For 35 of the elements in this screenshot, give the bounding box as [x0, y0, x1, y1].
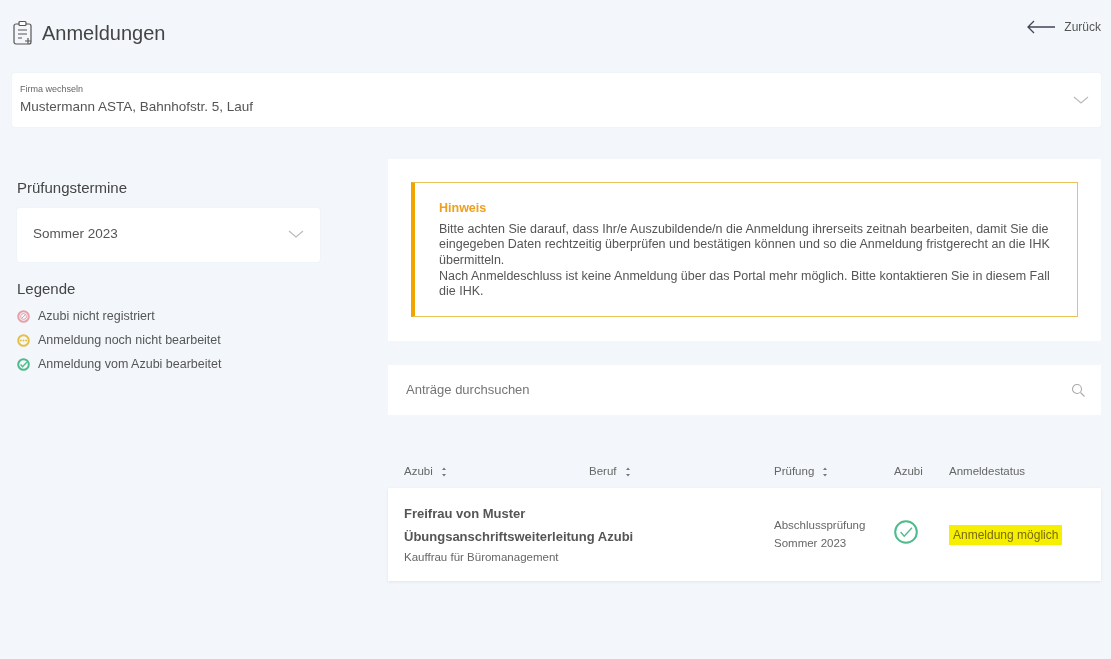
column-header: Azubi [894, 463, 924, 479]
sort-icon [822, 466, 829, 477]
legend-label: Azubi nicht registriert [38, 307, 155, 325]
column-header[interactable]: Azubi [404, 462, 589, 481]
company-select[interactable]: Firma wechseln Mustermann ASTA, Bahnhofstr. 5, Lauf [12, 73, 1101, 127]
notice-text: Bitte achten Sie darauf, dass Ihr/e Auszubildende/n die Anmeldung ihrerseits zeitnah bearbeiten, damit Sie die eingegeben Daten rechtzeitig überprüfen und bestätigen können und so die Anmeldung fristgerecht an die IHK übermitteln. [439, 221, 1051, 269]
trainee-name: Freifrau von Muster [404, 505, 527, 524]
column-header[interactable]: Prüfung [774, 462, 894, 481]
column-header: Anmeldestatus [949, 463, 1027, 479]
field-label: Firma wechseln [20, 83, 85, 97]
exam-term: Sommer 2023 [774, 535, 848, 551]
back-link[interactable]: Zurück [1026, 18, 1101, 36]
exam-name: Abschlussprüfung [774, 518, 867, 534]
chevron-down-icon [288, 230, 304, 239]
notice-text: Nach Anmeldeschluss ist keine Anmeldung über das Portal mehr möglich. Bitte kontaktieren Sie in diesem Fall die IHK. [439, 268, 1051, 300]
sort-icon [624, 466, 631, 477]
occupation: Kauffrau für Büromanagement [404, 549, 560, 565]
table-row[interactable]: Freifrau von Muster Übungsanschriftsweiterleitung Azubi Kauffrau für Büromanagement Abschlussprüfung Sommer 2023 Anmeldung möglich [388, 488, 1101, 582]
legend-label: Anmeldung vom Azubi bearbeitet [38, 355, 222, 373]
page-title: Anmeldungen [42, 21, 166, 46]
notice-title: Hinweis [439, 200, 488, 217]
section-title: Prüfungstermine [17, 178, 129, 198]
column-header[interactable]: Beruf [589, 462, 774, 481]
field-value: Mustermann ASTA, Bahnhofstr. 5, Lauf [20, 97, 254, 116]
legend-label: Anmeldung noch nicht bearbeitet [38, 331, 221, 349]
clipboard-icon [12, 20, 34, 46]
status-text: Anmeldung möglich [949, 524, 1063, 545]
section-title: Legende [17, 278, 77, 299]
chevron-down-icon [1073, 95, 1089, 105]
search-field[interactable]: Anträge durchsuchen [388, 364, 1101, 415]
sort-icon [440, 466, 447, 477]
exam-date-select[interactable]: Sommer 2023 [17, 207, 320, 262]
search-icon [1071, 382, 1085, 397]
back-arrow-icon [1026, 20, 1057, 34]
trainee-name: Übungsanschriftsweiterleitung Azubi [404, 528, 635, 546]
